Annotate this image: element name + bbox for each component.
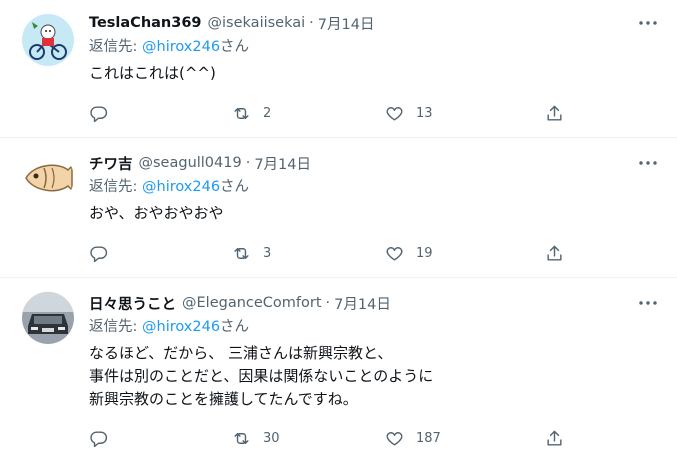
tweet-text-line: これはこれは(^^) bbox=[89, 64, 216, 82]
fish-avatar-icon bbox=[22, 152, 74, 204]
mention-link[interactable]: @hirox246 bbox=[142, 319, 220, 335]
retweet-icon bbox=[234, 247, 249, 259]
heart-icon bbox=[386, 431, 403, 446]
reply-label: 返信先: bbox=[89, 179, 138, 195]
mention-link[interactable]: @hirox246 bbox=[142, 179, 220, 195]
tweet-text: これはこれは(^^) bbox=[89, 62, 657, 85]
share-icon bbox=[547, 245, 562, 261]
tweet-text-line: 新興宗教のことを擁護してたんですね。 bbox=[89, 390, 358, 408]
more-options-icon[interactable] bbox=[623, 152, 657, 174]
tweet[interactable]: TeslaChan369 @isekaiisekai · 7月14日 返信先: … bbox=[0, 0, 677, 138]
display-name[interactable]: TeslaChan369 bbox=[89, 15, 202, 31]
share-button[interactable] bbox=[545, 102, 564, 124]
tweet-actions: 3 19 bbox=[89, 242, 569, 264]
like-count: 13 bbox=[416, 105, 433, 121]
tweet-date[interactable]: 7月14日 bbox=[334, 293, 391, 314]
like-button[interactable]: 19 bbox=[385, 242, 433, 264]
reply-suffix: さん bbox=[220, 39, 250, 55]
tweet[interactable]: チワ吉 @seagull0419 · 7月14日 返信先: @hirox246さ… bbox=[0, 138, 677, 278]
share-button[interactable] bbox=[545, 427, 564, 449]
bicycle-bear-avatar-icon bbox=[22, 14, 74, 66]
tweet-header: 日々思うこと @EleganceComfort · 7月14日 bbox=[89, 292, 657, 314]
reply-icon bbox=[90, 430, 108, 447]
tweet[interactable]: 日々思うこと @EleganceComfort · 7月14日 返信先: @hi… bbox=[0, 278, 677, 462]
retweet-count: 2 bbox=[263, 105, 272, 121]
car-avatar-icon bbox=[22, 292, 74, 344]
tweet-actions: 2 13 bbox=[89, 102, 569, 124]
reply-label: 返信先: bbox=[89, 39, 138, 55]
share-button[interactable] bbox=[545, 242, 564, 264]
retweet-count: 30 bbox=[263, 430, 280, 446]
more-options-icon[interactable] bbox=[623, 12, 657, 34]
like-count: 187 bbox=[416, 430, 441, 446]
tweet-text: なるほど、だから、 三浦さんは新興宗教と、 事件は別のことだと、因果は関係ないこ… bbox=[89, 342, 657, 411]
heart-icon bbox=[386, 246, 403, 261]
user-handle[interactable]: @EleganceComfort bbox=[182, 295, 322, 311]
retweet-icon bbox=[234, 107, 249, 119]
tweet-text-line: おや、おやおやおや bbox=[89, 204, 224, 222]
like-button[interactable]: 187 bbox=[385, 427, 441, 449]
separator: · bbox=[309, 15, 314, 31]
reply-suffix: さん bbox=[220, 179, 250, 195]
share-icon bbox=[547, 430, 562, 446]
reply-label: 返信先: bbox=[89, 319, 138, 335]
display-name[interactable]: チワ吉 bbox=[89, 153, 133, 174]
mention-link[interactable]: @hirox246 bbox=[142, 39, 220, 55]
tweet-date[interactable]: 7月14日 bbox=[318, 13, 375, 34]
user-handle[interactable]: @isekaiisekai bbox=[208, 15, 306, 31]
retweet-button[interactable]: 30 bbox=[232, 427, 280, 449]
tweet-text: おや、おやおやおや bbox=[89, 202, 657, 225]
tweet-actions: 30 187 bbox=[89, 427, 569, 449]
avatar[interactable] bbox=[22, 292, 74, 344]
retweet-button[interactable]: 3 bbox=[232, 242, 271, 264]
avatar[interactable] bbox=[22, 14, 74, 66]
like-button[interactable]: 13 bbox=[385, 102, 433, 124]
user-handle[interactable]: @seagull0419 bbox=[139, 155, 242, 171]
separator: · bbox=[325, 295, 331, 311]
tweet-header: TeslaChan369 @isekaiisekai · 7月14日 bbox=[89, 12, 657, 34]
reply-icon bbox=[90, 245, 108, 262]
reply-button[interactable] bbox=[89, 242, 108, 264]
reply-context: 返信先: @hirox246さん bbox=[89, 317, 657, 338]
tweet-text-line: なるほど、だから、 三浦さんは新興宗教と、 bbox=[89, 344, 393, 362]
retweet-button[interactable]: 2 bbox=[232, 102, 271, 124]
like-count: 19 bbox=[416, 245, 433, 261]
tweet-text-line: 事件は別のことだと、因果は関係ないことのように bbox=[89, 367, 434, 385]
display-name[interactable]: 日々思うこと bbox=[89, 293, 176, 314]
reply-button[interactable] bbox=[89, 102, 108, 124]
tweet-header: チワ吉 @seagull0419 · 7月14日 bbox=[89, 152, 657, 174]
reply-context: 返信先: @hirox246さん bbox=[89, 177, 657, 198]
separator: · bbox=[245, 155, 251, 171]
avatar[interactable] bbox=[22, 152, 74, 204]
reply-icon bbox=[90, 105, 108, 122]
share-icon bbox=[547, 105, 562, 121]
more-options-icon[interactable] bbox=[623, 292, 657, 314]
reply-suffix: さん bbox=[220, 319, 250, 335]
retweet-count: 3 bbox=[263, 245, 272, 261]
tweet-date[interactable]: 7月14日 bbox=[254, 153, 311, 174]
reply-context: 返信先: @hirox246さん bbox=[89, 37, 657, 58]
heart-icon bbox=[386, 106, 403, 121]
reply-button[interactable] bbox=[89, 427, 108, 449]
retweet-icon bbox=[234, 432, 249, 444]
